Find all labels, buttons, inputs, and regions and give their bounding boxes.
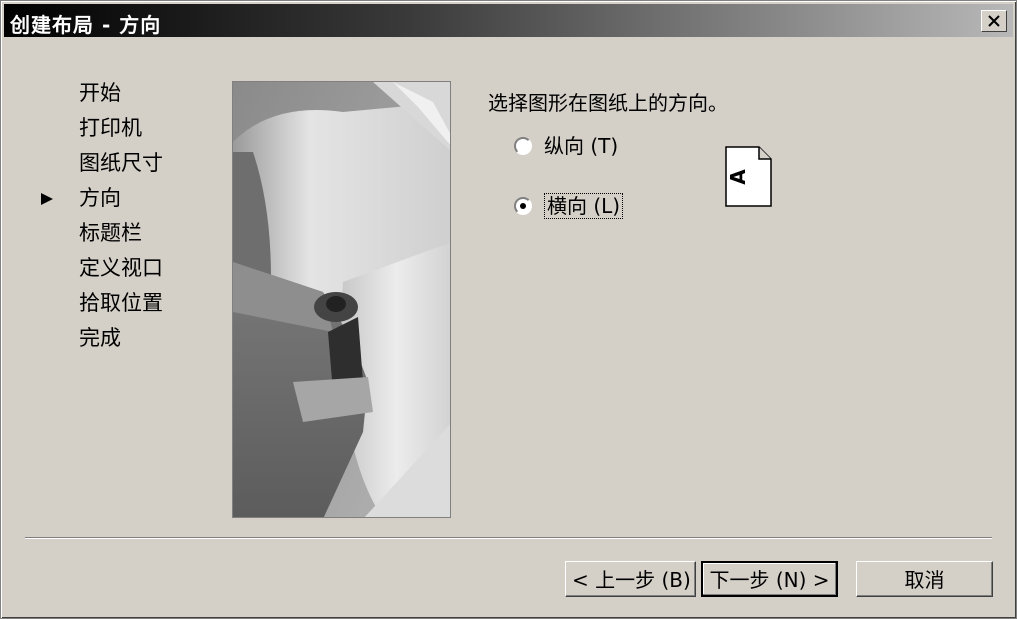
cancel-button[interactable]: 取消 [856, 561, 993, 597]
step-finish: 完成 [41, 324, 163, 359]
window-title: 创建布局 - 方向 [10, 13, 162, 37]
current-step-arrow-icon [41, 193, 53, 205]
button-separator [25, 537, 992, 539]
landscape-radio-button[interactable] [514, 197, 532, 215]
step-label: 拾取位置 [79, 291, 163, 315]
step-printer: 打印机 [41, 114, 163, 149]
next-button[interactable]: 下一步 (N) > [701, 561, 838, 597]
step-define-viewports: 定义视口 [41, 254, 163, 289]
wizard-steps-list: 开始 打印机 图纸尺寸 方向 标题栏 定义视口 拾取位置 完成 [41, 79, 163, 359]
radio-selected-dot [520, 203, 526, 209]
step-label: 方向 [79, 186, 121, 210]
step-label: 定义视口 [79, 256, 163, 280]
step-label: 打印机 [79, 116, 142, 140]
step-label: 完成 [79, 326, 121, 350]
portrait-radio-label[interactable]: 纵向 (T) [544, 131, 618, 161]
step-start: 开始 [41, 79, 163, 114]
create-layout-dialog: 创建布局 - 方向 开始 打印机 图纸尺寸 方向 标题栏 定义视口 拾取位置 完… [0, 0, 1017, 619]
plotter-illustration [232, 81, 451, 518]
step-label: 开始 [79, 81, 121, 105]
title-bar: 创建布局 - 方向 [4, 4, 1013, 37]
back-button[interactable]: < 上一步 (B) [565, 561, 696, 597]
orientation-prompt: 选择图形在图纸上的方向。 [488, 91, 728, 115]
step-label: 标题栏 [79, 221, 142, 245]
step-title-block: 标题栏 [41, 219, 163, 254]
preview-letter: A [726, 169, 750, 185]
landscape-radio-label[interactable]: 横向 (L) [544, 191, 624, 221]
step-pick-location: 拾取位置 [41, 289, 163, 324]
landscape-label-text: 横向 (L) [544, 193, 624, 219]
step-orientation: 方向 [41, 184, 163, 219]
close-icon [988, 15, 1000, 27]
landscape-page-preview-icon: A [725, 146, 773, 212]
step-paper-size: 图纸尺寸 [41, 149, 163, 184]
portrait-radio-button[interactable] [514, 137, 532, 155]
close-button[interactable] [981, 10, 1007, 32]
step-label: 图纸尺寸 [79, 151, 163, 175]
